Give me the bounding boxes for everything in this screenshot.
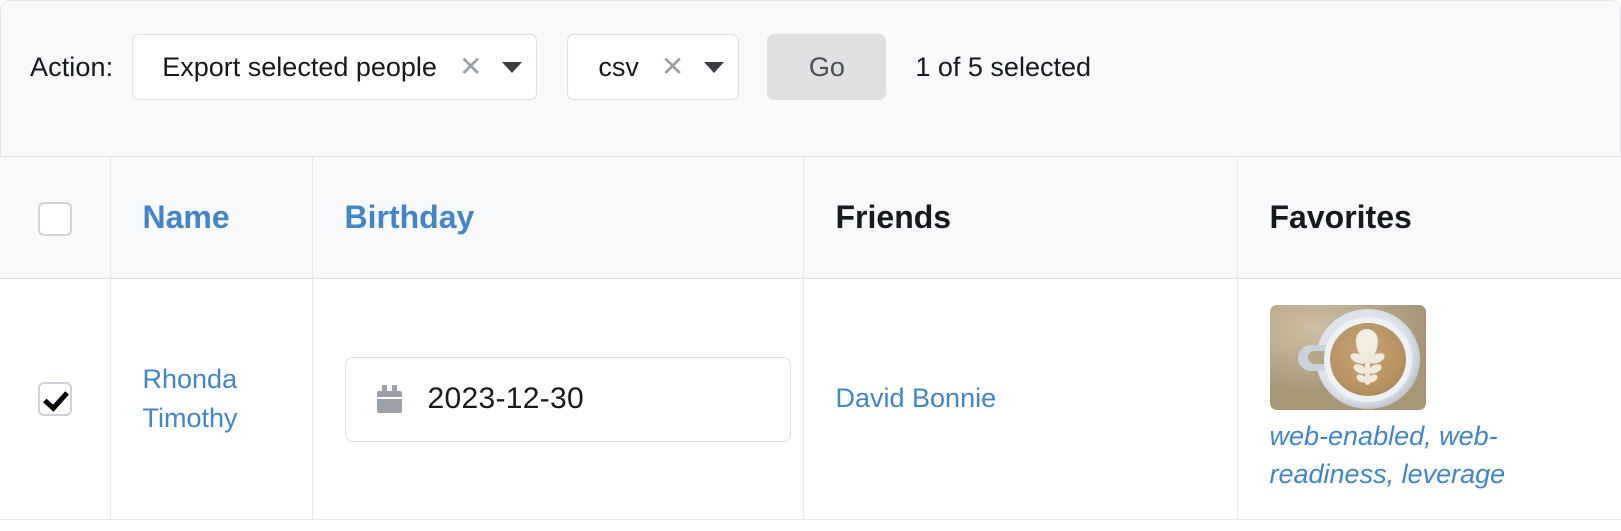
format-select[interactable]: csv ✕ <box>567 34 740 100</box>
column-header-select <box>0 157 111 279</box>
table-body: Rhonda Timothy 2023-12-30 David Bonnie w… <box>0 278 1621 520</box>
birthday-date-value: 2023-12-30 <box>427 382 584 415</box>
table-header: Name Birthday Friends Favorites <box>0 157 1621 279</box>
row-birthday-cell: 2023-12-30 <box>312 278 804 520</box>
favorites-content: web-enabled, web-readiness, leverage <box>1269 295 1621 503</box>
favorites-tags-link[interactable]: web-enabled, web-readiness, leverage <box>1270 418 1515 493</box>
people-changelist-page: Action: Export selected people ✕ csv ✕ G… <box>0 0 1621 531</box>
friend-link[interactable]: David Bonnie <box>836 379 997 418</box>
select-all-checkbox[interactable] <box>37 202 72 237</box>
column-header-birthday[interactable]: Birthday <box>312 157 804 279</box>
row-name-cell: Rhonda Timothy <box>110 278 313 520</box>
table-header-row: Name Birthday Friends Favorites <box>0 157 1621 279</box>
row-select-cell <box>0 278 111 520</box>
column-header-friends: Friends <box>803 157 1238 279</box>
go-button[interactable]: Go <box>767 34 887 100</box>
format-select-value: csv <box>598 51 639 82</box>
close-x-icon[interactable]: ✕ <box>661 53 684 81</box>
chevron-down-icon[interactable] <box>502 61 523 73</box>
action-select[interactable]: Export selected people ✕ <box>132 34 538 100</box>
column-header-name-label: Name <box>142 199 230 235</box>
column-header-favorites-label: Favorites <box>1269 199 1412 235</box>
row-friends-cell: David Bonnie <box>803 278 1238 520</box>
column-header-favorites: Favorites <box>1237 157 1621 279</box>
column-header-birthday-label: Birthday <box>344 199 475 235</box>
birthday-date-input[interactable]: 2023-12-30 <box>344 356 791 442</box>
column-header-name[interactable]: Name <box>110 157 313 279</box>
row-select-checkbox[interactable] <box>37 382 72 416</box>
action-bar-controls: Action: Export selected people ✕ csv ✕ G… <box>30 34 1091 100</box>
latte-art-coffee-thumbnail-image[interactable] <box>1269 305 1426 411</box>
action-select-value: Export selected people <box>162 51 437 82</box>
close-x-icon[interactable]: ✕ <box>459 53 482 81</box>
results-table: Name Birthday Friends Favorites Rhonda T… <box>0 157 1621 520</box>
chevron-down-icon[interactable] <box>704 61 725 73</box>
selected-count-label: 1 of 5 selected <box>915 51 1091 82</box>
column-header-friends-label: Friends <box>835 199 952 235</box>
person-name-link[interactable]: Rhonda Timothy <box>143 360 283 438</box>
action-label: Action: <box>30 51 114 82</box>
action-bar: Action: Export selected people ✕ csv ✕ G… <box>0 0 1621 157</box>
table-row: Rhonda Timothy 2023-12-30 David Bonnie w… <box>0 278 1621 520</box>
calendar-icon <box>376 385 402 413</box>
row-favorites-cell: web-enabled, web-readiness, leverage <box>1237 278 1621 520</box>
